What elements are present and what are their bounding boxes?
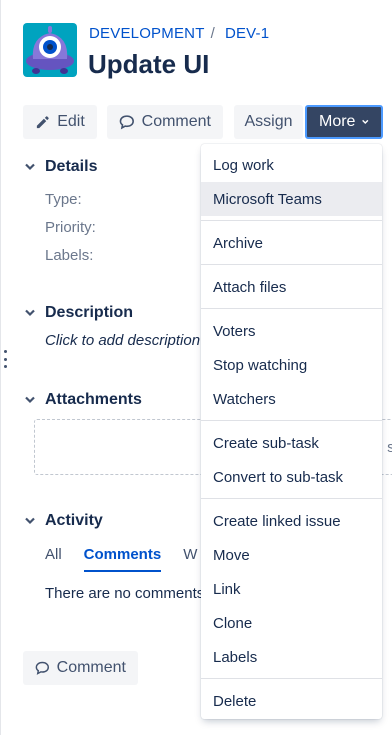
chevron-down-icon bbox=[362, 119, 369, 125]
activity-heading: Activity bbox=[45, 512, 103, 529]
menu-item-microsoft-teams[interactable]: Microsoft Teams bbox=[201, 182, 382, 216]
issue-title[interactable]: Update UI bbox=[88, 49, 209, 80]
edit-button-label: Edit bbox=[57, 113, 85, 130]
priority-label: Priority: bbox=[45, 219, 96, 236]
menu-item-create-linked-issue[interactable]: Create linked issue bbox=[201, 504, 382, 538]
menu-item-create-sub-task[interactable]: Create sub-task bbox=[201, 426, 382, 460]
more-button-label: More bbox=[319, 113, 356, 130]
menu-item-link[interactable]: Link bbox=[201, 572, 382, 606]
edit-button[interactable]: Edit bbox=[23, 105, 97, 139]
menu-item-convert-to-sub-task[interactable]: Convert to sub-task bbox=[201, 460, 382, 494]
menu-item-archive[interactable]: Archive bbox=[201, 226, 382, 260]
chevron-down-icon bbox=[23, 160, 37, 174]
project-avatar[interactable] bbox=[23, 23, 77, 77]
speech-bubble-icon bbox=[35, 661, 50, 675]
breadcrumb-separator: / bbox=[210, 25, 215, 42]
tab-comments[interactable]: Comments bbox=[83, 546, 162, 572]
details-heading: Details bbox=[45, 158, 98, 175]
description-heading: Description bbox=[45, 304, 134, 321]
type-label: Type: bbox=[45, 191, 82, 208]
breadcrumb: DEVELOPMENT / DEV-1 bbox=[89, 25, 269, 42]
assign-button[interactable]: Assign bbox=[234, 105, 303, 139]
pencil-icon bbox=[37, 115, 49, 128]
assign-button-label: Assign bbox=[244, 113, 293, 130]
menu-item-move[interactable]: Move bbox=[201, 538, 382, 572]
attachments-section-toggle[interactable]: Attachments bbox=[23, 391, 142, 409]
details-section-toggle[interactable]: Details bbox=[23, 158, 97, 176]
tab-worklog[interactable]: W bbox=[183, 546, 197, 572]
menu-item-log-work[interactable]: Log work bbox=[201, 148, 382, 182]
add-comment-button[interactable]: Comment bbox=[23, 651, 138, 685]
chevron-down-icon bbox=[23, 514, 37, 528]
menu-divider bbox=[201, 498, 382, 499]
tab-all[interactable]: All bbox=[45, 546, 62, 572]
breadcrumb-project-link[interactable]: DEVELOPMENT bbox=[89, 25, 205, 42]
menu-item-attach-files[interactable]: Attach files bbox=[201, 270, 382, 304]
description-section-toggle[interactable]: Description bbox=[23, 304, 133, 322]
add-comment-button-label: Comment bbox=[56, 659, 126, 676]
comment-button-label: Comment bbox=[141, 113, 211, 130]
issue-view-panel: DEVELOPMENT / DEV-1 Update UI Edit Comme… bbox=[0, 0, 392, 735]
more-actions-menu: Log work Microsoft Teams Archive Attach … bbox=[201, 144, 382, 719]
comment-button[interactable]: Comment bbox=[107, 105, 223, 139]
dropzone-text: s t bbox=[387, 439, 392, 456]
robot-avatar-icon bbox=[26, 26, 74, 74]
menu-item-voters[interactable]: Voters bbox=[201, 314, 382, 348]
menu-item-labels[interactable]: Labels bbox=[201, 640, 382, 674]
breadcrumb-issue-link[interactable]: DEV-1 bbox=[225, 25, 269, 42]
activity-section-toggle[interactable]: Activity bbox=[23, 512, 103, 530]
menu-divider bbox=[201, 264, 382, 265]
labels-label: Labels: bbox=[45, 247, 94, 264]
menu-divider bbox=[201, 420, 382, 421]
speech-bubble-icon bbox=[119, 115, 134, 130]
activity-tabs: All Comments W bbox=[45, 546, 197, 572]
resize-handle[interactable] bbox=[4, 350, 7, 368]
description-editor-placeholder[interactable]: Click to add description bbox=[45, 332, 200, 349]
menu-item-clone[interactable]: Clone bbox=[201, 606, 382, 640]
more-button[interactable]: More bbox=[305, 105, 383, 139]
menu-divider bbox=[201, 678, 382, 679]
chevron-down-icon bbox=[23, 393, 37, 407]
menu-divider bbox=[201, 308, 382, 309]
menu-item-stop-watching[interactable]: Stop watching bbox=[201, 348, 382, 382]
menu-item-watchers[interactable]: Watchers bbox=[201, 382, 382, 416]
menu-item-delete[interactable]: Delete bbox=[201, 684, 382, 718]
chevron-down-icon bbox=[23, 306, 37, 320]
menu-divider bbox=[201, 220, 382, 221]
attachments-heading: Attachments bbox=[45, 391, 142, 408]
